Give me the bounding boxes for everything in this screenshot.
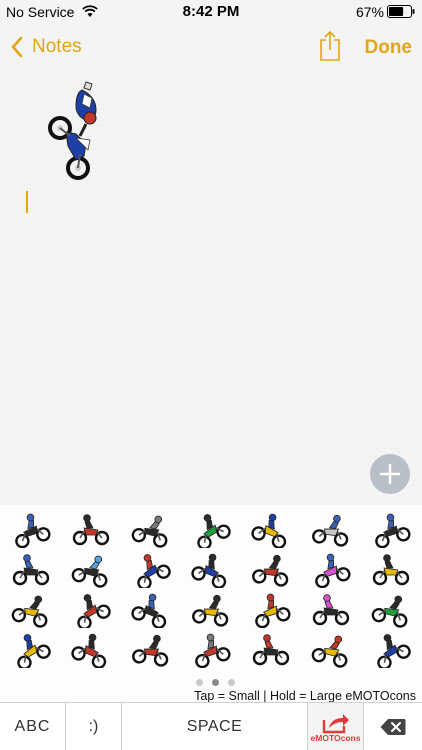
usage-hint: Tap = Small | Hold = Large eMOTOcons (194, 689, 416, 703)
motocross-rider-icon (77, 594, 111, 628)
emoto-label: eMOTOcons (310, 732, 361, 743)
motocross-rider-icon (71, 633, 107, 668)
motocross-sticker[interactable] (361, 511, 421, 549)
plus-icon (379, 463, 401, 485)
backspace-icon (380, 719, 406, 735)
motocross-rider-icon (371, 595, 408, 628)
back-button[interactable]: Notes (10, 34, 82, 60)
motocross-rider-icon (131, 515, 168, 548)
motocross-rider-icon (252, 634, 290, 666)
status-bar: No Service 8:42 PM 67% (0, 0, 422, 24)
motocross-sticker[interactable] (301, 551, 361, 589)
motocross-rider-icon (252, 554, 289, 587)
motocross-sticker[interactable] (181, 551, 241, 589)
motocross-sticker[interactable] (1, 591, 61, 629)
back-label: Notes (32, 36, 82, 57)
motocross-rider-icon (372, 554, 410, 586)
motocross-sticker[interactable] (181, 511, 241, 549)
share-arrow-icon (322, 713, 349, 733)
motocross-sticker[interactable] (241, 631, 301, 669)
motocross-rider-icon (312, 594, 350, 626)
motocross-sticker[interactable] (61, 591, 121, 629)
motocross-rider-icon (377, 634, 411, 668)
motocross-sticker[interactable] (241, 551, 301, 589)
page-dot (212, 679, 219, 686)
add-button[interactable] (370, 454, 410, 494)
motocross-rider-icon (375, 513, 411, 548)
motocross-rider-icon (12, 554, 50, 586)
abc-key[interactable]: ABC (0, 703, 66, 750)
motocross-sticker[interactable] (1, 511, 61, 549)
motocross-rider-icon (192, 594, 229, 627)
motocross-sticker[interactable] (121, 591, 181, 629)
page-dot (228, 679, 235, 686)
page-dot (196, 679, 203, 686)
motocross-rider-icon (132, 634, 169, 667)
motocross-sticker[interactable] (121, 551, 181, 589)
keyboard-bottom-bar: ABC :) SPACE eMOTOcons (0, 702, 422, 750)
motocross-sticker[interactable] (61, 511, 121, 549)
motocross-rider-icon (17, 634, 51, 668)
motocross-rider-icon (197, 514, 231, 548)
space-key[interactable]: SPACE (122, 703, 308, 750)
motocross-sticker[interactable] (61, 551, 121, 589)
motocross-rider-icon (312, 514, 349, 547)
emoji-key[interactable]: :) (66, 703, 122, 750)
note-editor[interactable] (0, 70, 422, 505)
chevron-left-icon (11, 36, 23, 58)
motocross-rider-icon (191, 553, 227, 588)
motocross-rider-icon (255, 593, 291, 628)
motocross-sticker[interactable] (61, 631, 121, 669)
motocross-sticker[interactable] (181, 631, 241, 669)
motocross-rider-icon (315, 553, 351, 588)
motocross-sticker[interactable] (361, 551, 421, 589)
nav-bar: Notes Done (0, 24, 422, 70)
text-cursor (26, 191, 28, 213)
motocross-rider-icon (131, 593, 167, 628)
motocross-sticker[interactable] (1, 631, 61, 669)
motocross-rider-icon (195, 633, 231, 668)
motocross-rider-icon (251, 513, 287, 548)
motocross-sticker[interactable] (301, 511, 361, 549)
battery-icon (387, 5, 415, 18)
battery-percent: 67% (355, 4, 384, 20)
page-indicator (196, 679, 235, 686)
motocross-rider-icon (11, 595, 48, 628)
emoto-keyboard: Tap = Small | Hold = Large eMOTOcons ABC… (0, 505, 422, 750)
motocross-rider-icon (72, 514, 110, 546)
motocross-sticker[interactable] (1, 551, 61, 589)
motocross-sticker-image (48, 81, 97, 180)
motocross-sticker[interactable] (361, 591, 421, 629)
motocross-sticker[interactable] (121, 631, 181, 669)
motocross-sticker[interactable] (361, 631, 421, 669)
motocross-rider-icon (71, 555, 108, 588)
emoto-key[interactable]: eMOTOcons (308, 703, 364, 750)
motocross-rider-icon (15, 513, 51, 548)
motocross-sticker[interactable] (121, 511, 181, 549)
motocross-sticker[interactable] (181, 591, 241, 629)
motocross-sticker[interactable] (241, 511, 301, 549)
motocross-sticker[interactable] (241, 591, 301, 629)
share-icon[interactable] (318, 30, 342, 62)
motocross-rider-icon (311, 635, 348, 668)
sticker-grid (0, 505, 422, 672)
motocross-sticker[interactable] (301, 631, 361, 669)
delete-key[interactable] (364, 703, 422, 750)
done-button[interactable]: Done (365, 37, 413, 59)
motocross-sticker[interactable] (301, 591, 361, 629)
motocross-rider-icon (137, 554, 171, 588)
